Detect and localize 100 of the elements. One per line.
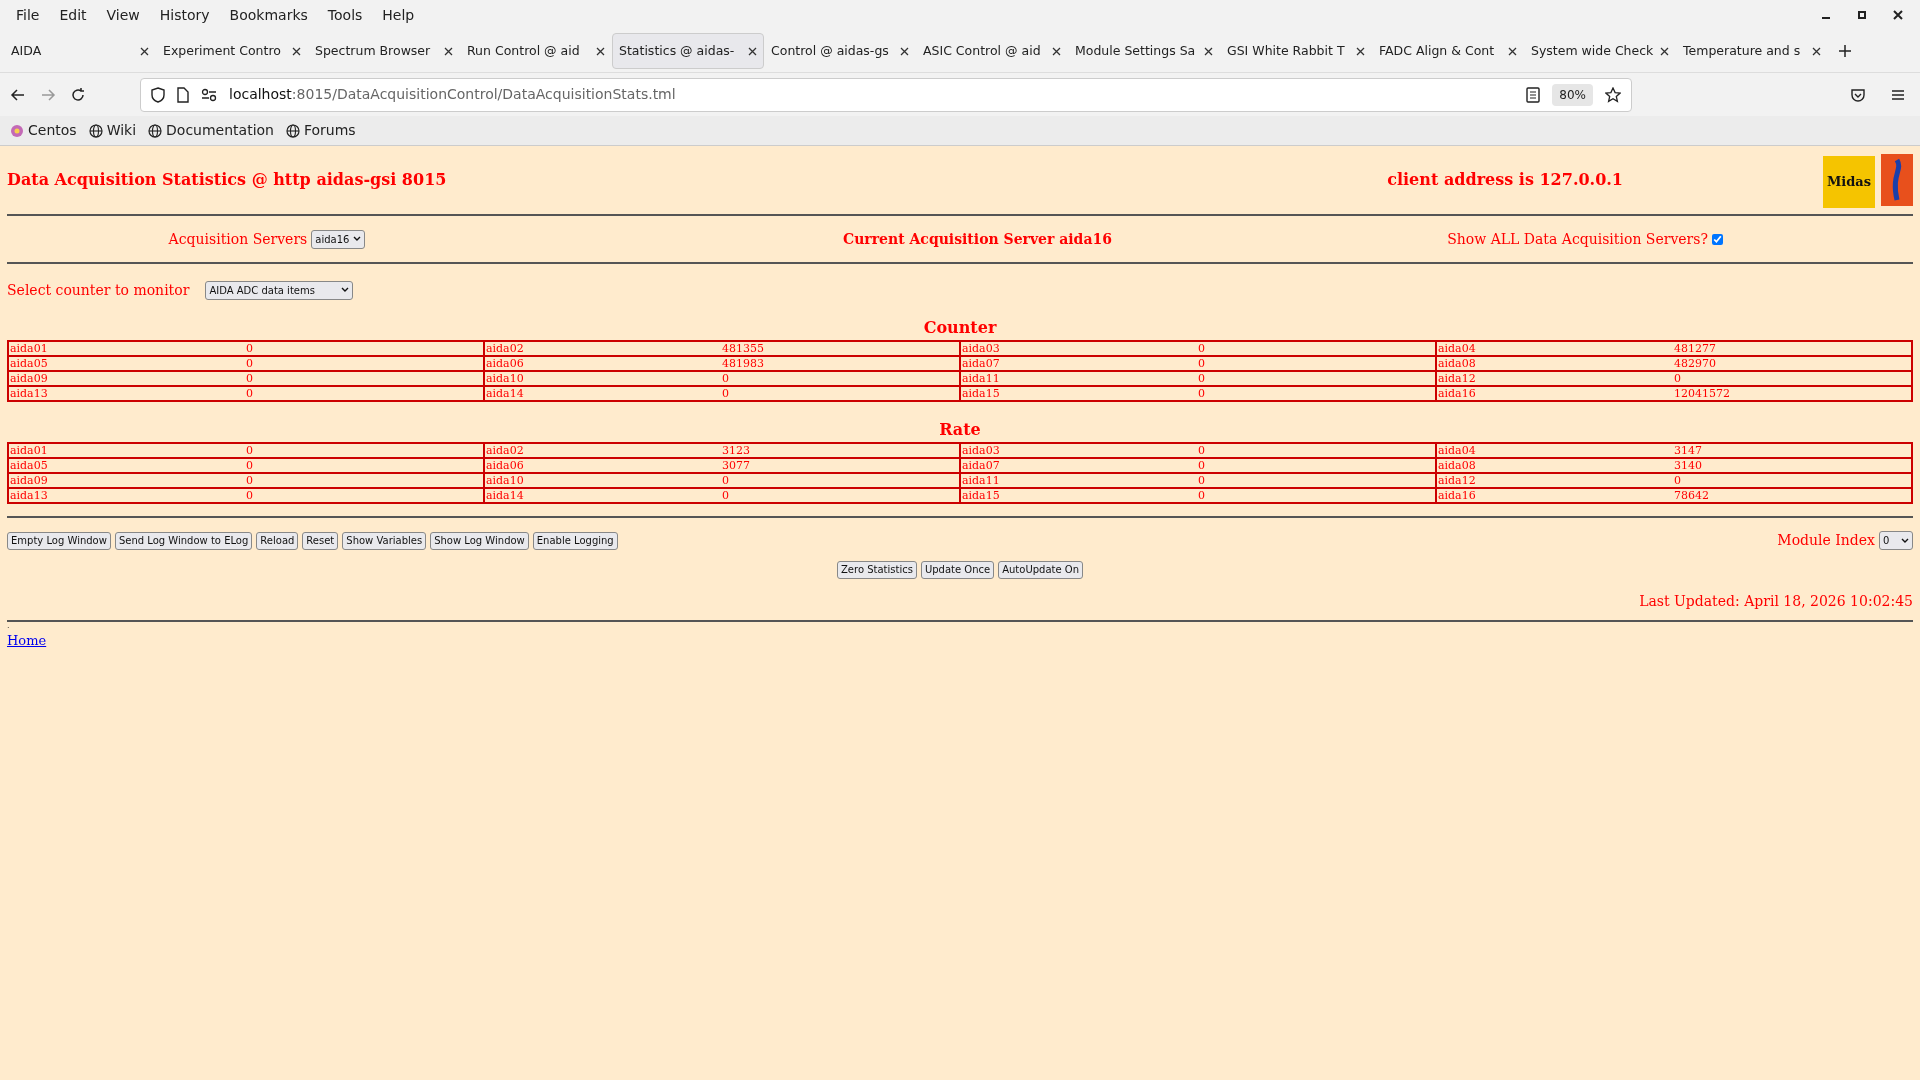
log-button[interactable]: Send Log Window to ELog [114, 531, 253, 550]
channel-value: 0 [246, 444, 253, 457]
table-heading: Counter [922, 317, 998, 339]
channel-name: aida13 [10, 489, 49, 502]
current-server: Current Acquisition Server aida16 [843, 229, 1112, 249]
channel-value: 3123 [722, 444, 750, 457]
channel-value: 0 [246, 372, 253, 385]
browser-tab[interactable]: FADC Align & Cont [1372, 33, 1524, 69]
bookmark-link[interactable]: Forums [286, 120, 356, 141]
menu-item[interactable]: History [149, 4, 220, 26]
channel-name: aida10 [486, 474, 525, 487]
log-button[interactable]: Enable Logging [532, 531, 618, 550]
midas-logo: Midas [1823, 156, 1875, 208]
channel-name: aida02 [486, 342, 525, 355]
browser-tab[interactable]: AIDA [4, 33, 156, 69]
channel-value: 0 [246, 387, 253, 400]
channel-value: 0 [246, 342, 253, 355]
channel-name: aida06 [486, 357, 525, 370]
channel-name: aida16 [1438, 489, 1477, 502]
menu-item[interactable]: Help [372, 4, 425, 26]
channel-name: aida15 [962, 387, 1001, 400]
channel-value: 0 [1198, 357, 1205, 370]
browser-tab[interactable]: Experiment Contro [156, 33, 308, 69]
channel-name: aida12 [1438, 372, 1477, 385]
channel-value: 481277 [1674, 342, 1716, 355]
channel-value: 0 [1674, 474, 1681, 487]
channel-name: aida03 [962, 342, 1001, 355]
last-updated: Last Updated: April 18, 2026 10:02:45 [1639, 592, 1913, 611]
channel-value: 0 [1198, 444, 1205, 457]
channel-value: 481355 [722, 342, 764, 355]
home-link[interactable]: Home [7, 633, 47, 648]
channel-value: 0 [1198, 459, 1205, 472]
channel-value: 0 [722, 387, 729, 400]
browser-tab[interactable]: GSI White Rabbit T [1220, 33, 1372, 69]
browser-tab[interactable]: ASIC Control @ aid [916, 33, 1068, 69]
channel-value: 0 [722, 372, 729, 385]
browser-tab[interactable]: Statistics @ aidas- [612, 33, 764, 69]
channel-name: aida01 [10, 342, 49, 355]
browser-tab[interactable]: Spectrum Browser [308, 33, 460, 69]
browser-tab[interactable]: Run Control @ aid [460, 33, 612, 69]
log-button[interactable]: Reset [302, 531, 339, 550]
bookmark-link[interactable]: Wiki [88, 120, 137, 141]
client-address: client address is 127.0.0.1 [1387, 169, 1623, 191]
url-text: localhost:8015/DataAcquisitionControl/DataAcquisitionStats.tml [229, 85, 677, 104]
channel-name: aida12 [1438, 474, 1477, 487]
bookmark-link[interactable]: Documentation [148, 120, 274, 141]
log-button[interactable]: Show Variables [342, 531, 427, 550]
channel-name: aida13 [10, 387, 49, 400]
channel-name: aida05 [10, 459, 49, 472]
zoom-level[interactable]: 80% [1552, 83, 1593, 106]
stat-button[interactable]: AutoUpdate On [998, 561, 1083, 579]
channel-name: aida07 [962, 459, 1001, 472]
menu-item[interactable]: Bookmarks [219, 4, 318, 26]
server-select[interactable]: aida16 [311, 229, 366, 249]
stat-button[interactable]: Zero Statistics [837, 561, 917, 579]
channel-value: 481983 [722, 357, 764, 370]
log-button[interactable]: Empty Log Window [7, 531, 111, 550]
channel-name: aida09 [10, 372, 49, 385]
channel-name: aida03 [962, 444, 1001, 457]
channel-value: 0 [246, 357, 253, 370]
browser-tab[interactable]: Control @ aidas-gs [764, 33, 916, 69]
bookmark-link[interactable]: Centos [10, 120, 77, 141]
menu-item[interactable]: File [6, 4, 50, 26]
log-button[interactable]: Show Log Window [430, 531, 529, 550]
log-button[interactable]: Reload [256, 531, 299, 550]
channel-name: aida14 [486, 387, 525, 400]
channel-name: aida16 [1438, 387, 1477, 400]
browser-tab[interactable]: Module Settings Sa [1068, 33, 1220, 69]
address-bar[interactable]: localhost:8015/DataAcquisitionControl/DataAcquisitionStats.tml 80% [140, 77, 1632, 112]
channel-name: aida02 [486, 444, 525, 457]
channel-name: aida11 [962, 474, 1001, 487]
menu-item[interactable]: View [96, 4, 150, 26]
channel-value: 3140 [1674, 459, 1702, 472]
module-index-select[interactable]: 0 [1879, 531, 1913, 550]
channel-value: 482970 [1674, 357, 1716, 370]
menu-item[interactable]: Tools [317, 4, 373, 26]
table-heading: Rate [938, 419, 982, 441]
channel-value: 0 [1198, 342, 1205, 355]
channel-name: aida06 [486, 459, 525, 472]
counter-label: Select counter to monitor [7, 280, 190, 300]
channel-value: 0 [246, 489, 253, 502]
channel-name: aida09 [10, 474, 49, 487]
module-index-label: Module Index [1777, 531, 1875, 550]
channel-name: aida15 [962, 489, 1001, 502]
channel-value: 12041572 [1674, 387, 1730, 400]
channel-name: aida05 [10, 357, 49, 370]
channel-value: 0 [1198, 372, 1205, 385]
menu-item[interactable]: Edit [49, 4, 97, 26]
counter-select[interactable]: AIDA ADC data items [205, 280, 354, 300]
channel-value: 3147 [1674, 444, 1702, 457]
channel-name: aida01 [10, 444, 49, 457]
channel-name: aida10 [486, 372, 525, 385]
channel-name: aida04 [1438, 342, 1477, 355]
browser-tab[interactable]: Temperature and s [1676, 33, 1828, 69]
channel-name: aida11 [962, 372, 1001, 385]
channel-name: aida08 [1438, 357, 1477, 370]
stat-button[interactable]: Update Once [920, 561, 995, 579]
channel-value: 0 [1198, 474, 1205, 487]
browser-tab[interactable]: System wide Check [1524, 33, 1676, 69]
channel-value: 0 [1198, 489, 1205, 502]
